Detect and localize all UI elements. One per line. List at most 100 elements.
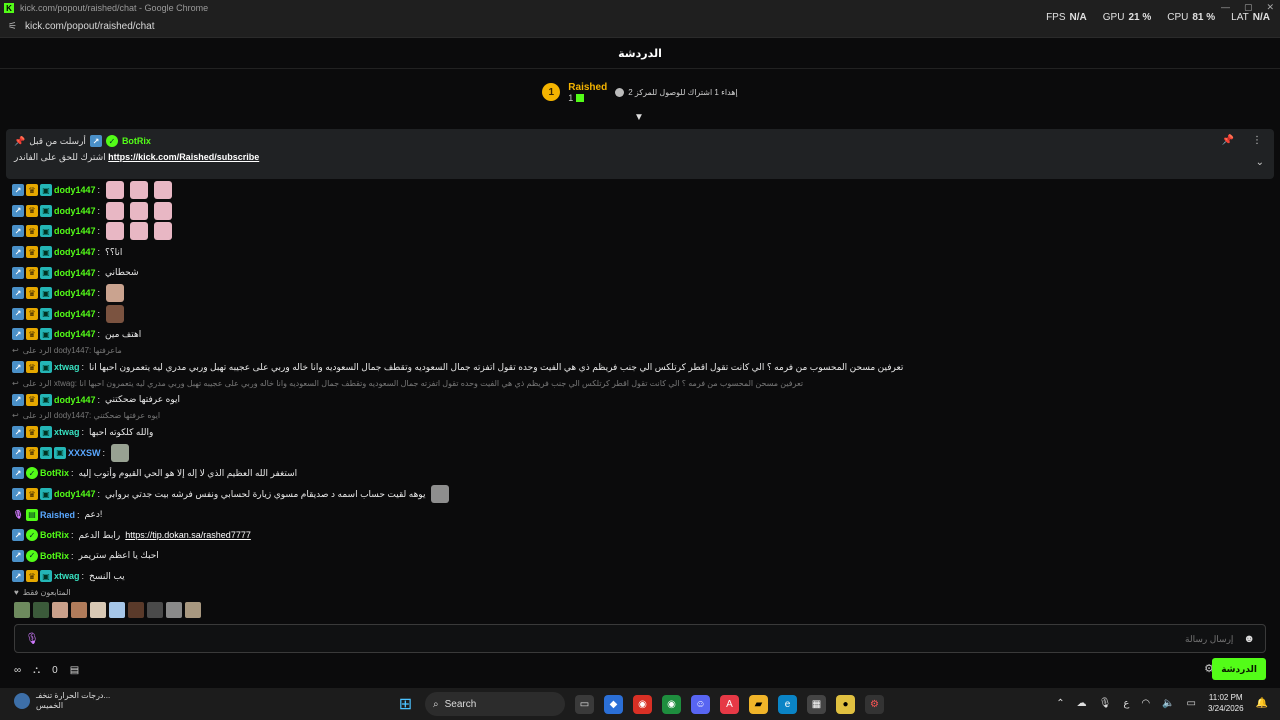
chat-message[interactable]: ↗ ♛ ▣ xtwag: يب النسخ — [12, 566, 1262, 587]
chat-message[interactable]: ↗ ♛ ▣ dody1447: انا؟؟ — [12, 242, 1262, 263]
emote-image[interactable] — [130, 201, 149, 220]
emote-image[interactable] — [130, 222, 149, 241]
emote-image[interactable] — [431, 485, 450, 504]
chat-message[interactable]: 🎙 ▤ Raished: دعم! — [12, 504, 1262, 525]
taskbar-search[interactable]: ⌕ Search — [425, 692, 565, 716]
copilot-icon[interactable]: ◆ — [604, 694, 623, 714]
emote-image[interactable] — [106, 181, 125, 200]
emote-image[interactable] — [111, 443, 130, 462]
avatar[interactable] — [185, 602, 201, 618]
chat-message[interactable]: ↗ ♛ ▣ xtwag: والله كلكوته احبها — [12, 422, 1262, 443]
chat-message[interactable]: ↗ ♛ ▣ dody1447: — [12, 304, 1262, 325]
chat-message[interactable]: ↗ ♛ ▣ dody1447: يوهه لقيت حساب اسمه د صديقام… — [12, 484, 1262, 505]
chat-message[interactable]: ↗ ♛ ▣ dody1447: — [12, 180, 1262, 201]
chat-message[interactable]: ↗ ✓ BotRix: احبك يا اعظم ستريمر — [12, 546, 1262, 567]
chat-username[interactable]: dody1447 — [54, 489, 96, 499]
chat-username[interactable]: dody1447 — [54, 206, 96, 216]
top-gifters-bar[interactable]: 1 Raished 1 إهداء 1 اشتراك للوصول للمركز… — [0, 70, 1280, 114]
notifications-icon[interactable]: 🔔 — [1256, 698, 1268, 709]
chat-message[interactable]: ↗ ♛ ▣ dody1447: اهتف مين — [12, 324, 1262, 345]
chat-username[interactable]: xtwag — [54, 362, 80, 372]
chrome-profile-icon[interactable]: ◉ — [662, 694, 681, 714]
emote-image[interactable] — [106, 304, 125, 323]
chat-username[interactable]: dody1447 — [54, 185, 96, 195]
edge-icon[interactable]: e — [778, 694, 797, 714]
pinned-link[interactable]: https://kick.com/Raished/subscribe — [108, 152, 259, 162]
chat-message[interactable]: ↗ ♛ ▣ dody1447: — [12, 201, 1262, 222]
emote-image[interactable] — [106, 201, 125, 220]
app-a-icon[interactable]: A — [720, 694, 739, 714]
more-options-icon[interactable]: ⋮ — [1252, 135, 1262, 146]
mic-tray-icon[interactable]: 🎙 — [1099, 698, 1112, 709]
avatar[interactable] — [71, 602, 87, 618]
avatar[interactable] — [128, 602, 144, 618]
settings-app-icon[interactable]: ⚙ — [865, 694, 884, 714]
chat-message[interactable]: ↗ ♛ ▣ dody1447: شحطاني — [12, 262, 1262, 283]
task-view-icon[interactable]: ▭ — [575, 694, 594, 714]
avatar[interactable] — [14, 602, 30, 618]
chat-message[interactable]: ↗ ✓ BotRix: استغفر الله العظيم الذي لا إله … — [12, 463, 1262, 484]
microphone-icon[interactable]: 🎙 — [25, 632, 39, 645]
windows-start-icon[interactable]: ⊞ — [396, 695, 415, 714]
chat-username[interactable]: dody1447 — [54, 288, 96, 298]
tray-chevron-icon[interactable]: ⌃ — [1056, 698, 1064, 709]
chat-send-button[interactable]: الدردشة — [1212, 658, 1266, 680]
avatar[interactable] — [52, 602, 68, 618]
language-indicator[interactable]: ع — [1123, 698, 1129, 709]
battery-icon[interactable]: ▭ — [1187, 698, 1196, 709]
chat-input[interactable] — [48, 633, 1244, 644]
avatar[interactable] — [33, 602, 49, 618]
weather-widget[interactable]: درجات الحرارة تنخفـ... الخميس — [14, 691, 110, 711]
emote-image[interactable] — [154, 222, 173, 241]
chat-username[interactable]: dody1447 — [54, 268, 96, 278]
chat-username[interactable]: Raished — [40, 510, 75, 520]
emote-image[interactable] — [130, 181, 149, 200]
top-gifter[interactable]: Raished 1 — [568, 82, 607, 103]
emote-image[interactable] — [154, 181, 173, 200]
chat-message[interactable]: ↗ ♛ ▣ dody1447: — [12, 221, 1262, 242]
unpin-icon[interactable]: 📌 — [1222, 135, 1234, 146]
chat-message[interactable]: ↗ ✓ BotRix: رابط الدعم https://tip.dokan.sa/… — [12, 525, 1262, 546]
volume-icon[interactable]: 🔈 — [1162, 698, 1174, 709]
url-text[interactable]: kick.com/popout/raished/chat — [25, 21, 155, 32]
chat-message[interactable]: ↗ ♛ ▣ ▣ XXXSW: — [12, 443, 1262, 464]
chat-message[interactable]: ↗ ♛ ▣ dody1447: ايوه عرفتها ضحكتني — [12, 389, 1262, 410]
emote-image[interactable] — [106, 222, 125, 241]
emote-image[interactable] — [106, 284, 125, 303]
infinity-icon[interactable]: ∞ — [14, 665, 21, 676]
chat-message[interactable]: ↗ ♛ ▣ dody1447: — [12, 283, 1262, 304]
chat-username[interactable]: BotRix — [40, 551, 69, 561]
chat-message[interactable]: ↗ ♛ ▣ xtwag: تعرفين مسحن المحسوب من فرمه ؟ ا… — [12, 357, 1262, 378]
chevron-down-icon[interactable]: ⌄ — [1256, 157, 1264, 168]
emoji-picker-icon[interactable]: ☻ — [1243, 633, 1255, 645]
avatar[interactable] — [166, 602, 182, 618]
reply-context[interactable]: ↩ الرد على dody1447: ماعرفتها — [12, 345, 1262, 357]
chat-username[interactable]: BotRix — [40, 468, 69, 478]
chat-username[interactable]: dody1447 — [54, 395, 96, 405]
message-link[interactable]: https://tip.dokan.sa/rashed7777 — [125, 530, 251, 540]
chat-username[interactable]: BotRix — [40, 530, 69, 540]
share-icon[interactable]: ⛬ — [33, 665, 40, 676]
reply-context[interactable]: ↩ الرد على xtwag: تعرفين مسحن المحسوب من … — [12, 377, 1262, 389]
store-icon[interactable]: ▦ — [807, 694, 826, 714]
app-icon[interactable]: ● — [836, 694, 855, 714]
chrome-icon[interactable]: ◉ — [633, 694, 652, 714]
wifi-icon[interactable]: ◠ — [1141, 698, 1150, 709]
points-store-icon[interactable]: ▤ — [70, 665, 79, 676]
network-icon[interactable]: ☁ — [1077, 698, 1087, 709]
emote-image[interactable] — [154, 201, 173, 220]
avatar[interactable] — [90, 602, 106, 618]
chat-username[interactable]: dody1447 — [54, 226, 96, 236]
discord-icon[interactable]: ☺ — [691, 694, 710, 714]
chat-username[interactable]: dody1447 — [54, 309, 96, 319]
chat-username[interactable]: xtwag — [54, 427, 80, 437]
clock[interactable]: 11:02 PM 3/24/2026 — [1208, 692, 1244, 714]
avatar[interactable] — [109, 602, 125, 618]
collapse-gifters-icon[interactable]: ▼ — [634, 112, 644, 123]
chat-username[interactable]: XXXSW — [68, 448, 101, 458]
file-explorer-icon[interactable]: ▰ — [749, 694, 768, 714]
site-settings-icon[interactable]: ⚟ — [8, 21, 17, 32]
chat-username[interactable]: dody1447 — [54, 329, 96, 339]
chat-username[interactable]: xtwag — [54, 571, 80, 581]
chat-username[interactable]: dody1447 — [54, 247, 96, 257]
